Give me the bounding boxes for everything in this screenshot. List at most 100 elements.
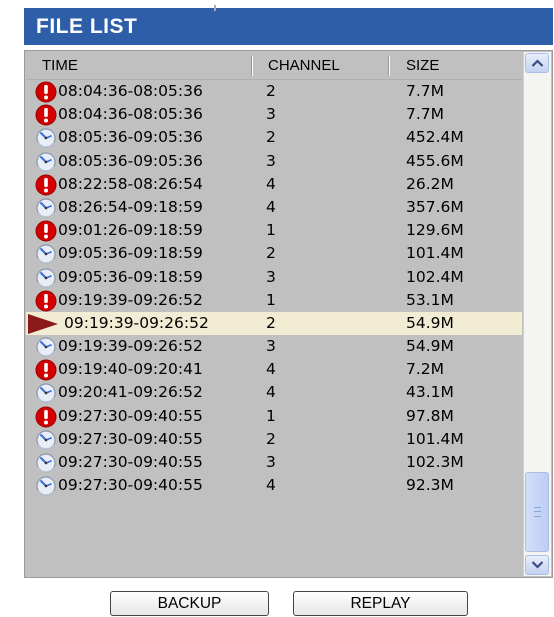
row-channel: 1 [266, 290, 276, 309]
alarm-icon [35, 406, 57, 428]
row-time: 08:22:58-08:26:54 [58, 174, 203, 193]
clock-icon [35, 127, 57, 149]
row-size: 101.4M [406, 244, 464, 263]
row-size: 43.1M [406, 383, 454, 402]
table-row[interactable]: 09:27:30-09:40:55 2 101.4M [26, 428, 522, 451]
row-channel: 4 [266, 476, 276, 495]
row-channel: 3 [266, 267, 276, 286]
clock-icon [35, 243, 57, 265]
alarm-icon [35, 359, 57, 381]
list-header: TIME CHANNEL SIZE [26, 52, 522, 80]
row-time: 09:27:30-09:40:55 [58, 453, 203, 471]
row-time: 09:19:39-09:26:52 [58, 290, 203, 309]
row-time: 09:19:40-09:20:41 [58, 360, 203, 379]
alarm-icon [35, 104, 57, 126]
table-row[interactable]: 08:05:36-09:05:36 3 455.6M [26, 150, 522, 173]
row-time: 09:20:41-09:26:52 [58, 383, 203, 402]
row-size: 7.7M [406, 82, 445, 100]
row-size: 97.8M [406, 406, 454, 425]
file-list-panel: FILE LIST TIME CHANNEL SIZE 08:04:36-08:… [24, 5, 553, 616]
row-time: 08:05:36-09:05:36 [58, 128, 203, 147]
row-size: 92.3M [406, 476, 454, 495]
row-channel: 4 [266, 360, 276, 379]
file-list-area: TIME CHANNEL SIZE 08:04:36-08:05:36 2 7.7M… [26, 52, 522, 576]
table-row[interactable]: 08:26:54-09:18:59 4 357.6M [26, 196, 522, 219]
clock-icon [35, 475, 57, 497]
row-time: 09:05:36-09:18:59 [58, 267, 203, 286]
table-row[interactable]: 08:04:36-08:05:36 2 7.7M [26, 80, 522, 103]
panel-title: FILE LIST [24, 5, 553, 45]
column-header-size[interactable]: SIZE [406, 52, 439, 79]
alarm-icon [35, 81, 57, 103]
row-size: 101.4M [406, 429, 464, 448]
row-channel: 3 [266, 151, 276, 170]
row-size: 452.4M [406, 128, 464, 147]
row-channel: 2 [266, 429, 276, 448]
table-row[interactable]: 09:27:30-09:40:55 3 102.3M [26, 451, 522, 474]
row-time: 08:04:36-08:05:36 [58, 105, 203, 124]
table-row[interactable]: 09:01:26-09:18:59 1 129.6M [26, 219, 522, 242]
alarm-icon [35, 220, 57, 242]
row-size: 357.6M [406, 197, 464, 216]
row-time: 09:27:30-09:40:55 [58, 429, 203, 448]
scroll-up-button[interactable] [525, 53, 549, 73]
backup-button[interactable]: BACKUP [110, 591, 269, 616]
row-size: 26.2M [406, 174, 454, 193]
clock-icon [35, 267, 57, 289]
column-header-time[interactable]: TIME [42, 52, 78, 79]
row-channel: 4 [266, 383, 276, 402]
row-channel: 2 [266, 82, 276, 100]
row-channel: 2 [266, 313, 276, 332]
table-row[interactable]: 09:19:39-09:26:52 1 53.1M [26, 289, 522, 312]
grip-icon [534, 507, 541, 517]
scroll-thumb[interactable] [525, 472, 549, 552]
clock-icon [35, 382, 57, 404]
table-row[interactable]: 08:04:36-08:05:36 3 7.7M [26, 103, 522, 126]
row-time: 08:26:54-09:18:59 [58, 197, 203, 216]
file-list: TIME CHANNEL SIZE 08:04:36-08:05:36 2 7.7M… [24, 50, 553, 578]
table-row[interactable]: 09:19:40-09:20:41 4 7.2M [26, 358, 522, 381]
column-divider [251, 56, 253, 76]
row-time: 09:27:30-09:40:55 [58, 476, 203, 495]
replay-button[interactable]: REPLAY [293, 591, 468, 616]
scroll-down-button[interactable] [525, 555, 549, 575]
row-size: 54.9M [406, 337, 454, 356]
table-row[interactable]: 09:27:30-09:40:55 1 97.8M [26, 405, 522, 428]
table-row[interactable]: 08:05:36-09:05:36 2 452.4M [26, 126, 522, 149]
clock-icon [35, 151, 57, 173]
row-channel: 2 [266, 244, 276, 263]
row-time: 09:19:39-09:26:52 [64, 313, 209, 332]
row-channel: 3 [266, 105, 276, 124]
row-size: 54.9M [406, 313, 454, 332]
table-row[interactable]: 08:22:58-08:26:54 4 26.2M [26, 173, 522, 196]
row-time: 08:05:36-09:05:36 [58, 151, 203, 170]
row-channel: 3 [266, 453, 276, 471]
row-time: 08:04:36-08:05:36 [58, 82, 203, 100]
chevron-up-icon [531, 59, 544, 67]
row-size: 53.1M [406, 290, 454, 309]
table-row[interactable]: 09:27:30-09:40:55 4 92.3M [26, 474, 522, 497]
play-marker-icon [28, 313, 58, 335]
table-row[interactable]: 09:05:36-09:18:59 2 101.4M [26, 242, 522, 265]
table-row[interactable]: 09:19:39-09:26:52 2 54.9M [26, 311, 522, 336]
vertical-scrollbar[interactable] [523, 52, 551, 576]
file-rows: 08:04:36-08:05:36 2 7.7M 08:04:36-08:05:36 3… [26, 80, 522, 497]
row-time: 09:05:36-09:18:59 [58, 244, 203, 263]
row-size: 102.3M [406, 453, 464, 471]
clock-icon [35, 336, 57, 358]
row-channel: 2 [266, 128, 276, 147]
alarm-icon [35, 174, 57, 196]
row-time: 09:19:39-09:26:52 [58, 337, 203, 356]
row-channel: 4 [266, 197, 276, 216]
row-size: 102.4M [406, 267, 464, 286]
table-row[interactable]: 09:19:39-09:26:52 3 54.9M [26, 335, 522, 358]
chevron-down-icon [531, 561, 544, 569]
clock-icon [35, 197, 57, 219]
row-time: 09:27:30-09:40:55 [58, 406, 203, 425]
row-size: 455.6M [406, 151, 464, 170]
column-header-channel[interactable]: CHANNEL [268, 52, 340, 79]
table-row[interactable]: 09:20:41-09:26:52 4 43.1M [26, 381, 522, 404]
table-row[interactable]: 09:05:36-09:18:59 3 102.4M [26, 266, 522, 289]
row-channel: 3 [266, 337, 276, 356]
row-size: 129.6M [406, 221, 464, 240]
